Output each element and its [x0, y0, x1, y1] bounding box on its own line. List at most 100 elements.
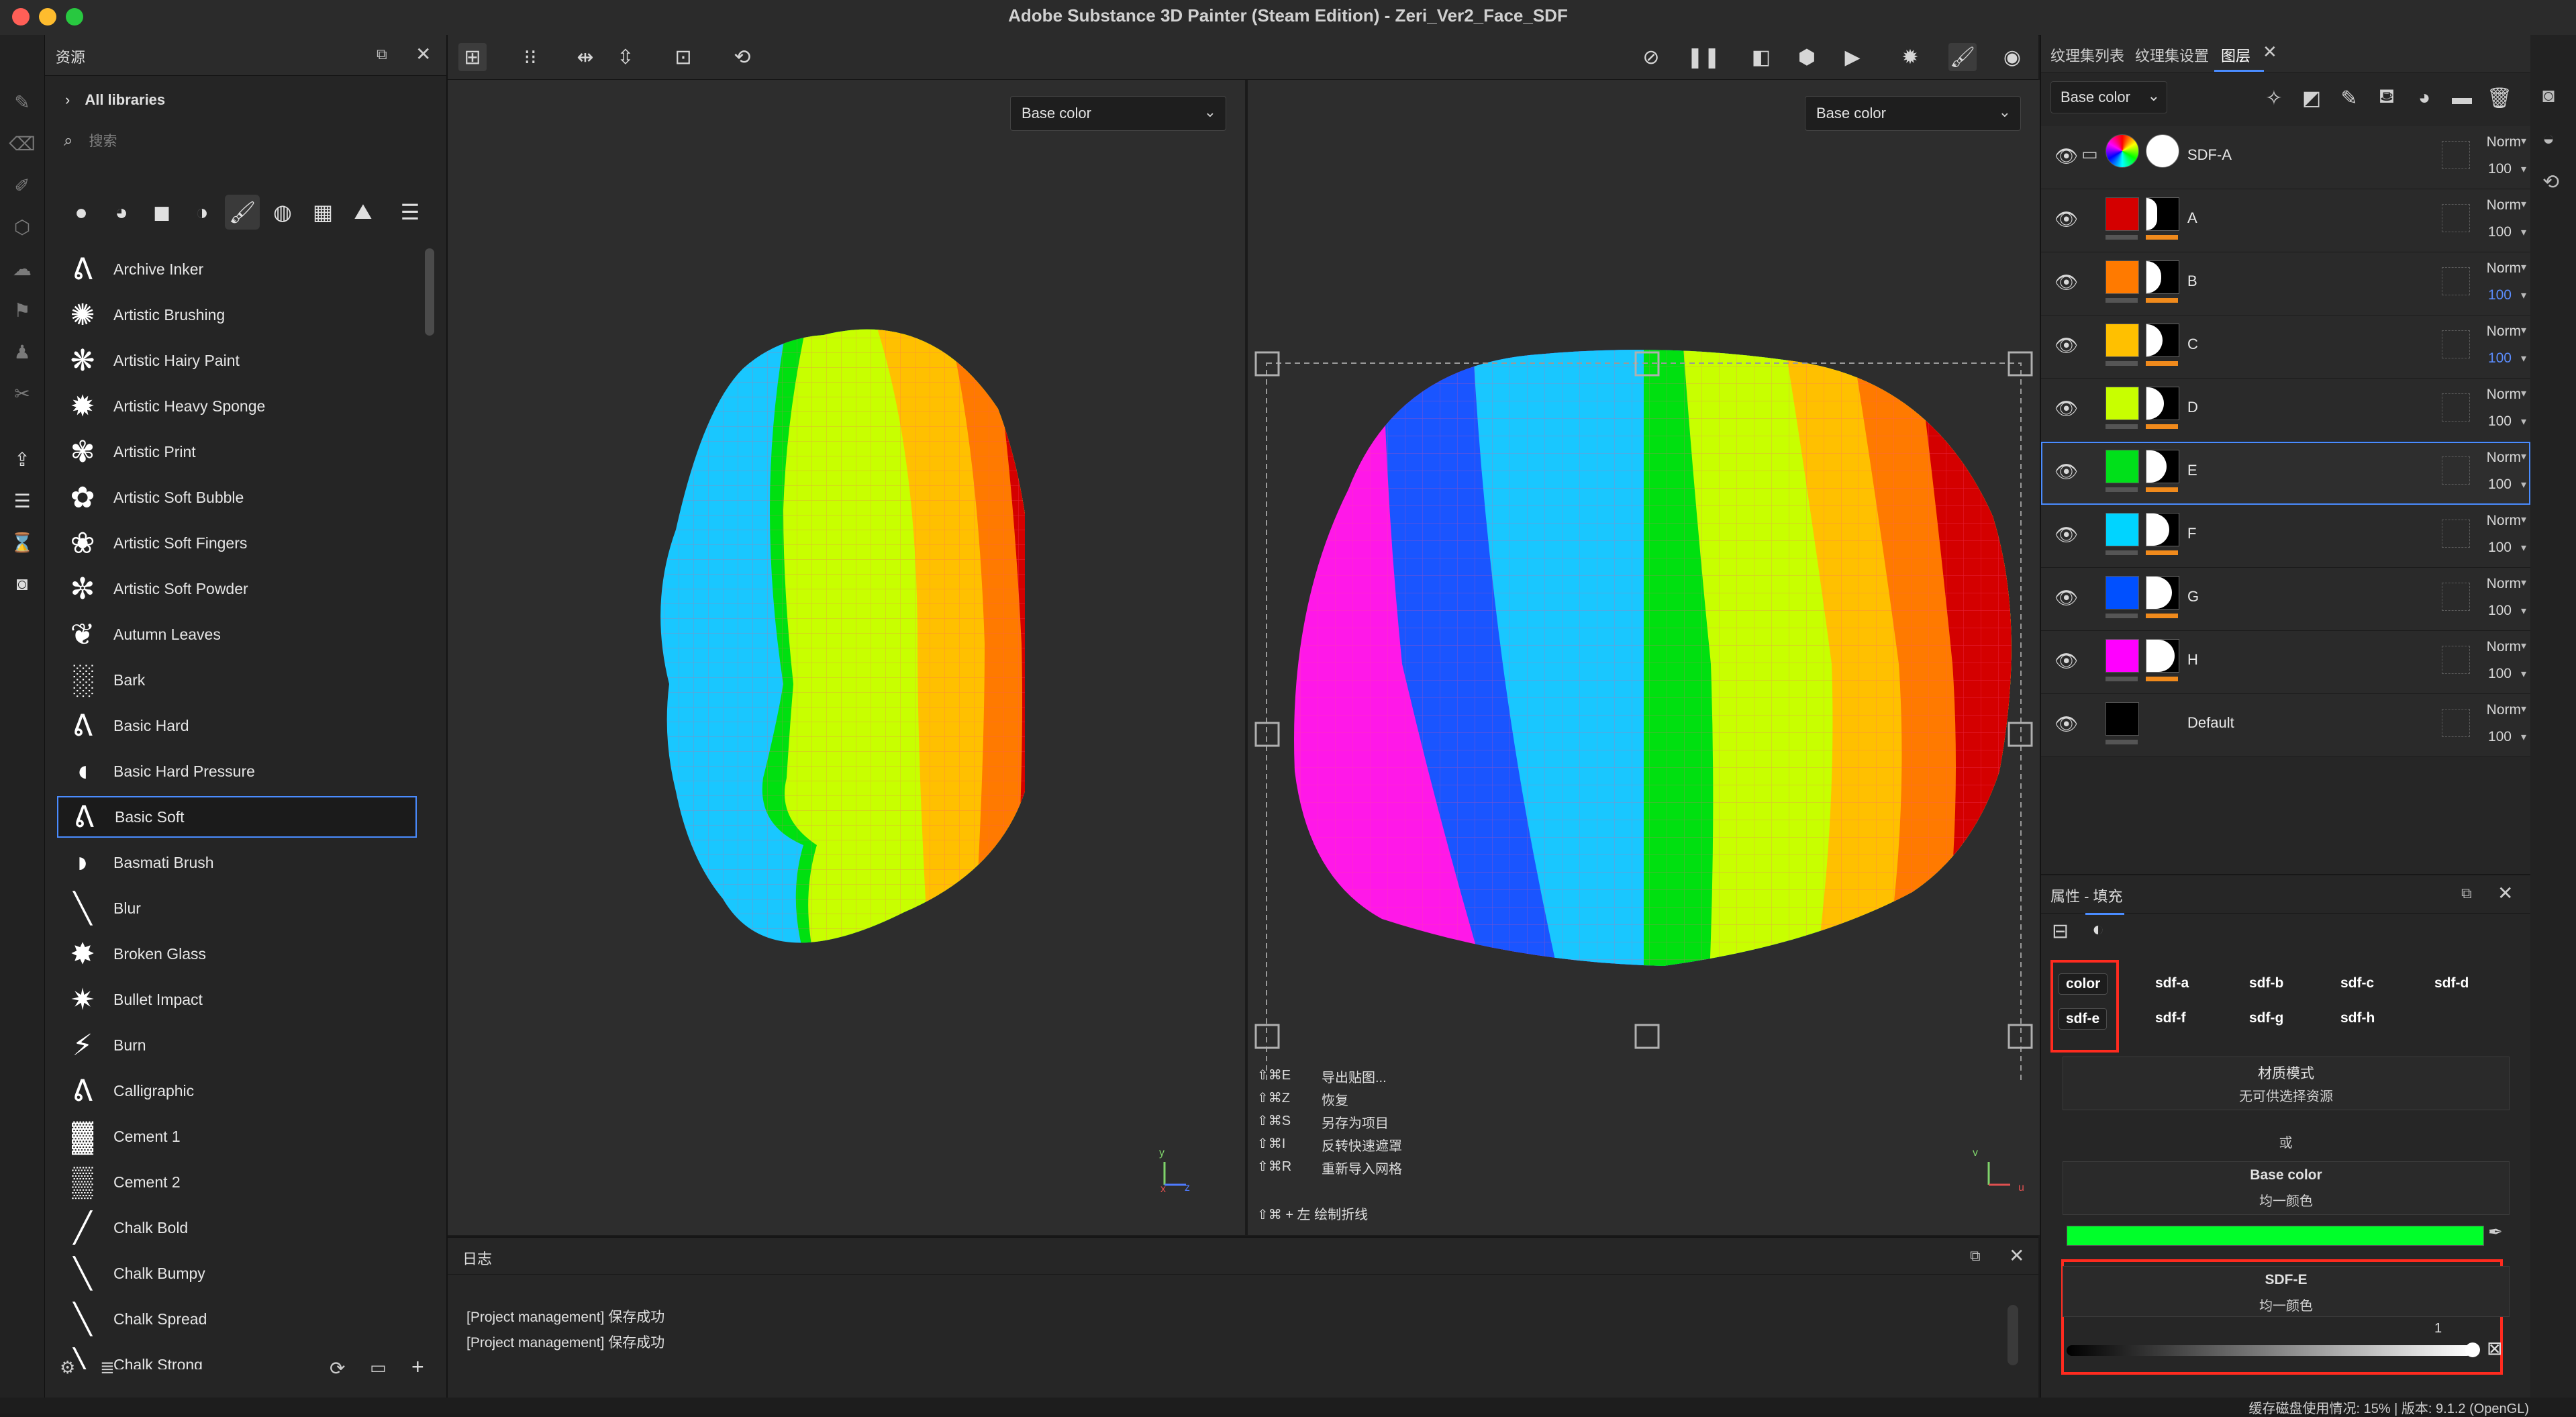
layer-row[interactable]: 👁 D Norm ▾ 100 ▾: [2041, 379, 2530, 442]
list-view-icon[interactable]: ☰: [393, 195, 428, 230]
eyedropper-icon[interactable]: ✒: [2488, 1222, 2503, 1242]
projection-tool-icon[interactable]: ✐: [9, 172, 36, 199]
history-panel-icon[interactable]: ⟲: [2542, 170, 2559, 194]
layer-mask-thumbnail[interactable]: [2146, 197, 2179, 231]
layer-effect-slot[interactable]: [2442, 646, 2470, 674]
library-settings-icon[interactable]: ⚙: [60, 1357, 75, 1378]
pause-icon[interactable]: ❚❚: [1687, 43, 1720, 71]
layer-name[interactable]: D: [2187, 399, 2198, 416]
layer-blend-mode[interactable]: Norm: [2487, 387, 2521, 403]
paint-tool-icon[interactable]: ✎: [9, 89, 36, 115]
layer-name[interactable]: SDF-A: [2187, 146, 2232, 164]
align-icon[interactable]: ⇳: [611, 43, 640, 71]
geometry-fill-icon[interactable]: ⬡: [9, 213, 36, 240]
shader-settings-icon[interactable]: ◒: [2542, 128, 2555, 150]
brush-item[interactable]: ◗ Basmati Brush: [57, 842, 417, 883]
layer-effect-slot[interactable]: [2442, 709, 2470, 737]
channel-chip[interactable]: sdf-f: [2148, 1008, 2193, 1028]
layer-effect-slot[interactable]: [2442, 141, 2470, 169]
texture-input-icon[interactable]: ⊠: [2487, 1337, 2502, 1359]
viewport-3d[interactable]: Base color ⌄ y z x: [448, 80, 1245, 1235]
brush-item[interactable]: ✿ Artistic Soft Bubble: [57, 477, 417, 518]
layer-opacity[interactable]: 100: [2488, 350, 2512, 367]
hide-wireframe-icon[interactable]: ⊘: [1637, 43, 1665, 71]
layer-mask-thumbnail[interactable]: [2146, 134, 2179, 168]
layer-blend-mode[interactable]: Norm: [2487, 702, 2521, 718]
environments-filter-icon[interactable]: ⛰: [346, 195, 381, 230]
picker-tool-icon[interactable]: ✂: [9, 380, 36, 407]
layer-blend-mode[interactable]: Norm: [2487, 260, 2521, 277]
eye-icon[interactable]: 👁: [2054, 271, 2079, 293]
refresh-icon[interactable]: ⟳: [330, 1357, 345, 1379]
layer-color-swatch[interactable]: [2106, 134, 2139, 168]
layer-name[interactable]: Default: [2187, 714, 2234, 732]
eye-icon[interactable]: 👁: [2054, 713, 2079, 735]
sdf-e-slider-handle[interactable]: [2465, 1342, 2480, 1357]
eraser-tool-icon[interactable]: ⌫: [9, 130, 36, 157]
layer-color-swatch[interactable]: [2106, 513, 2139, 546]
layer-effect-slot[interactable]: [2442, 456, 2470, 485]
brush-item[interactable]: ⚡ Burn: [57, 1024, 417, 1066]
layer-color-swatch[interactable]: [2106, 387, 2139, 420]
camera-icon[interactable]: ▶: [1838, 43, 1867, 71]
camera-settings-icon[interactable]: ◙: [9, 571, 36, 597]
layer-effect-slot[interactable]: [2442, 330, 2470, 358]
layer-mask-thumbnail[interactable]: [2146, 260, 2179, 294]
layer-row[interactable]: 👁 Default Norm ▾ 100 ▾: [2041, 694, 2530, 757]
layout-icon[interactable]: ⁝⁝: [516, 43, 544, 71]
brush-item[interactable]: ᕕ Basic Soft: [57, 796, 417, 838]
channel-chip[interactable]: sdf-c: [2334, 973, 2381, 993]
layer-color-swatch[interactable]: [2106, 639, 2139, 673]
brushes-filter-icon[interactable]: 🖌: [225, 195, 260, 230]
folder-icon[interactable]: ▭: [370, 1357, 387, 1378]
display-mode-icon[interactable]: ⬢: [1793, 43, 1821, 71]
brush-item[interactable]: ✷ Bullet Impact: [57, 979, 417, 1020]
symmetry-icon[interactable]: ⇹: [571, 43, 599, 71]
brush-item[interactable]: ╲ Blur: [57, 887, 417, 929]
layer-row[interactable]: 👁 G Norm ▾ 100 ▾: [2041, 568, 2530, 631]
tab-texture-set-list[interactable]: 纹理集列表: [2050, 44, 2124, 66]
channel-chip[interactable]: sdf-e: [2059, 1008, 2108, 1030]
layer-effect-slot[interactable]: [2442, 520, 2470, 548]
channel-dropdown-2d[interactable]: Base color ⌄: [1805, 96, 2021, 131]
delete-layer-icon[interactable]: 🗑: [2485, 84, 2514, 112]
layer-blend-mode[interactable]: Norm: [2487, 639, 2521, 655]
brush-list-scrollbar[interactable]: [425, 248, 434, 336]
layer-mask-thumbnail[interactable]: [2146, 639, 2179, 673]
brush-item[interactable]: ╱ Chalk Bold: [57, 1207, 417, 1249]
undock-icon[interactable]: ⧉: [377, 46, 387, 63]
close-panel-icon[interactable]: ✕: [2497, 882, 2513, 904]
layer-opacity[interactable]: 100: [2488, 413, 2512, 430]
layer-effect-slot[interactable]: [2442, 393, 2470, 422]
brush-item[interactable]: ▒ Cement 2: [57, 1161, 417, 1203]
channel-chip[interactable]: sdf-d: [2428, 973, 2475, 993]
close-tab-icon[interactable]: ✕: [2263, 42, 2277, 62]
textures-filter-icon[interactable]: ▦: [305, 195, 340, 230]
history-icon[interactable]: ⟲: [728, 43, 756, 71]
brush-item[interactable]: ᕕ Archive Inker: [57, 248, 417, 290]
export-icon[interactable]: ⇪: [9, 446, 36, 473]
fit-icon[interactable]: ⊡: [669, 43, 697, 71]
clone-tool-icon[interactable]: ⚑: [9, 297, 36, 324]
add-fill-layer-icon[interactable]: ⛾: [2373, 84, 2401, 112]
channel-dropdown-3d[interactable]: Base color ⌄: [1010, 96, 1226, 131]
layer-mask-thumbnail[interactable]: [2146, 513, 2179, 546]
brush-item[interactable]: ░ Bark: [57, 659, 417, 701]
brush-item[interactable]: ✼ Artistic Soft Powder: [57, 568, 417, 609]
smudge-tool-icon[interactable]: ☁: [9, 255, 36, 282]
layer-color-swatch[interactable]: [2106, 260, 2139, 294]
layer-mask-thumbnail[interactable]: [2146, 450, 2179, 483]
add-anchor-icon[interactable]: ◕: [2410, 84, 2438, 112]
add-mask-icon[interactable]: ◩: [2297, 84, 2326, 112]
channel-chip[interactable]: sdf-a: [2148, 973, 2195, 993]
base-color-swatch[interactable]: [2067, 1226, 2484, 1246]
layer-opacity[interactable]: 100: [2488, 477, 2512, 493]
layer-opacity[interactable]: 100: [2488, 540, 2512, 556]
layer-name[interactable]: H: [2187, 651, 2198, 669]
brush-item[interactable]: ╲ Chalk Bumpy: [57, 1253, 417, 1294]
brush-item[interactable]: ✺ Artistic Brushing: [57, 294, 417, 336]
add-folder-icon[interactable]: ▬: [2448, 84, 2476, 112]
layer-blend-mode[interactable]: Norm: [2487, 513, 2521, 529]
material-picker-icon[interactable]: ♟: [9, 338, 36, 365]
display-settings-icon[interactable]: ◙: [2542, 85, 2555, 107]
